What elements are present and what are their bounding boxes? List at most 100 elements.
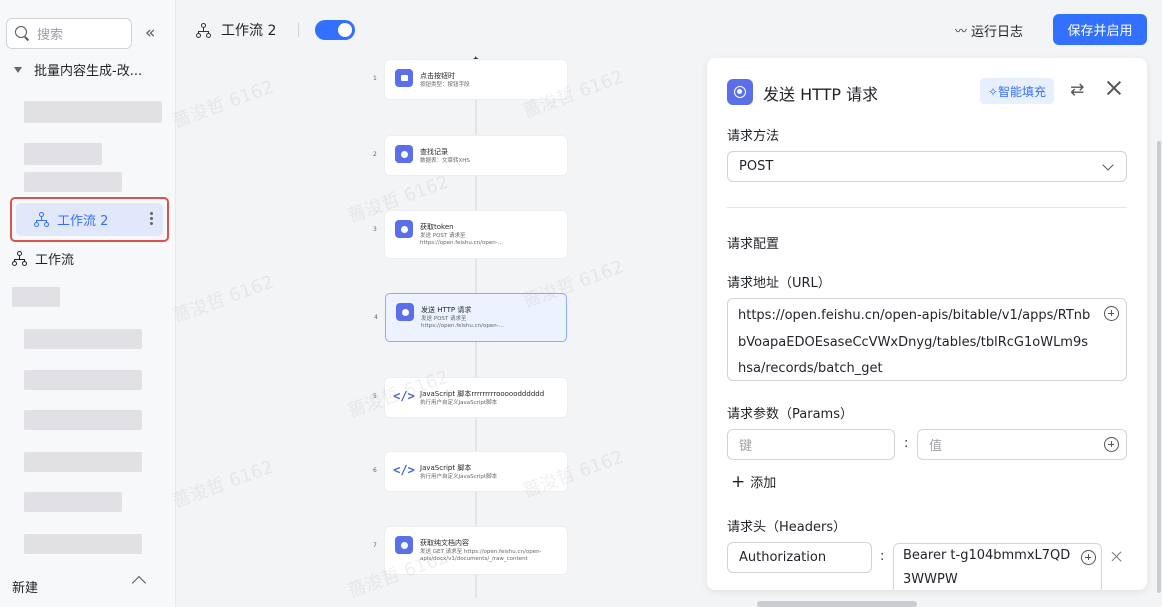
- blurred-item: [24, 492, 122, 512]
- scrollbar-horizontal[interactable]: [757, 601, 917, 607]
- node-subtitle: 执行用户自定义JavaScript脚本: [420, 474, 498, 480]
- insert-variable-icon[interactable]: [1104, 437, 1119, 452]
- node-number: 1: [373, 75, 377, 82]
- node-subtitle: 发送 GET 请求至 https://open.feishu.cn/open-: [420, 549, 542, 555]
- collapse-sidebar-icon[interactable]: «: [145, 24, 156, 42]
- sidebar: 搜索 « 批量内容生成-改... 工作流 2 工作流 新建: [0, 0, 176, 607]
- blurred-item: [24, 143, 102, 165]
- watermark: 蔷浚哲 6162: [170, 76, 277, 133]
- add-label: 添加: [750, 476, 777, 491]
- blurred-item: [24, 370, 142, 390]
- method-select[interactable]: POST: [727, 151, 1127, 182]
- scrollbar-vertical[interactable]: [1157, 141, 1161, 593]
- code-icon: </>: [393, 463, 415, 477]
- flow-node[interactable]: 5 </> JavaScript 脚本rrrrrrrrrooooodddddd …: [373, 378, 567, 417]
- code-icon: </>: [393, 389, 415, 403]
- insert-variable-icon[interactable]: [1104, 306, 1119, 321]
- search-icon: [15, 26, 30, 41]
- sidebar-item-workflow[interactable]: 工作流: [12, 249, 74, 268]
- swap-icon[interactable]: ⇄: [1070, 80, 1084, 100]
- node-subtitle: 按钮类型：按钮字段: [420, 82, 470, 88]
- button-icon: [395, 69, 413, 87]
- node-subtitle: 执行用户自定义JavaScript脚本: [420, 400, 498, 406]
- flow-node[interactable]: 7 获取纯文档内容 发送 GET 请求至 https://open.feishu…: [373, 527, 567, 574]
- insert-variable-icon[interactable]: [1081, 550, 1096, 565]
- colon: :: [880, 549, 885, 564]
- watermark: 蔷浚哲 6162: [170, 271, 277, 328]
- method-label: 请求方法: [727, 129, 780, 144]
- node-url: https://open.feishu.cn/open-...: [420, 240, 503, 246]
- page-title-text: 工作流 2: [221, 23, 277, 39]
- method-value: POST: [739, 159, 774, 174]
- flow-node[interactable]: 6 </> JavaScript 脚本 执行用户自定义JavaScript脚本: [373, 452, 567, 491]
- globe-icon: [395, 220, 413, 238]
- header-value: Bearer t-g104bmmxL7QD3WWPW: [903, 548, 1071, 587]
- enable-toggle[interactable]: [315, 20, 355, 40]
- node-number: 4: [374, 314, 378, 321]
- header-value-input[interactable]: Bearer t-g104bmmxL7QD3WWPW: [893, 543, 1102, 590]
- sidebar-item-label: 工作流: [35, 253, 75, 268]
- sidebar-item-label: 工作流 2: [57, 214, 109, 229]
- node-subtitle: 数据表：文章转XHS: [420, 158, 470, 164]
- url-input[interactable]: https://open.feishu.cn/open-apis/bitable…: [727, 298, 1127, 381]
- node-config-panel: 发送 HTTP 请求 ✧智能填充 ⇄ 请求方法 POST 请求配置 请求地址（U…: [707, 58, 1147, 590]
- caret-down-icon: [14, 66, 22, 73]
- sidebar-group[interactable]: 批量内容生成-改...: [12, 60, 142, 79]
- node-number: 2: [373, 151, 377, 158]
- trend-icon: 〰: [955, 24, 968, 38]
- divider: [298, 23, 299, 37]
- config-label: 请求配置: [727, 237, 780, 252]
- workflow-icon: [196, 22, 211, 38]
- sidebar-group-label: 批量内容生成-改...: [34, 64, 143, 79]
- new-button[interactable]: 新建: [12, 577, 38, 596]
- url-label: 请求地址（URL）: [727, 276, 831, 291]
- params-label: 请求参数（Params）: [727, 407, 853, 422]
- ai-fill-button[interactable]: ✧智能填充: [980, 78, 1054, 104]
- node-url: https://open.feishu.cn/open-...: [421, 323, 504, 329]
- blurred-item: [24, 172, 122, 192]
- node-number: 7: [373, 542, 377, 549]
- chevron-down-icon: [1102, 159, 1114, 171]
- flow-node-selected[interactable]: 4 发送 HTTP 请求 发送 POST 请求至 https://open.fe…: [374, 293, 567, 342]
- run-log-label: 运行日志: [971, 25, 1024, 40]
- close-icon[interactable]: [1106, 80, 1122, 96]
- search-placeholder: 搜索: [37, 28, 64, 43]
- node-subtitle: 发送 POST 请求至: [420, 233, 466, 239]
- more-icon[interactable]: [150, 212, 153, 227]
- header-key-input[interactable]: Authorization: [727, 542, 872, 573]
- params-key-input[interactable]: 键: [727, 429, 895, 460]
- node-subtitle: 发送 POST 请求至: [421, 316, 467, 322]
- params-value-input[interactable]: 值: [917, 429, 1127, 460]
- divider: [727, 207, 1127, 208]
- blurred-item: [24, 534, 142, 554]
- run-log-button[interactable]: 〰 运行日志: [955, 21, 1023, 40]
- node-number: 3: [373, 226, 377, 233]
- flow-node[interactable]: 1 点击按钮时 按钮类型：按钮字段: [373, 60, 567, 99]
- delete-header-icon[interactable]: [1111, 551, 1123, 563]
- node-number: 6: [373, 467, 377, 474]
- flow-node[interactable]: 2 查找记录 数据表：文章转XHS: [373, 136, 567, 175]
- flow-node[interactable]: 3 获取token 发送 POST 请求至 https://open.feish…: [373, 211, 567, 258]
- url-value: https://open.feishu.cn/open-apis/bitable…: [738, 308, 1091, 376]
- sidebar-item-workflow-2[interactable]: 工作流 2: [16, 203, 163, 236]
- blurred-item: [24, 101, 162, 123]
- node-number: 5: [373, 393, 377, 400]
- globe-icon: [396, 303, 414, 321]
- colon: :: [904, 436, 909, 451]
- add-param-button[interactable]: + 添加: [731, 472, 776, 491]
- page-title: 工作流 2: [196, 20, 276, 40]
- blurred-item: [24, 329, 142, 349]
- blurred-item: [24, 410, 142, 430]
- save-and-enable-button[interactable]: 保存并启用: [1053, 14, 1147, 45]
- watermark: 蔷浚哲 6162: [170, 456, 277, 513]
- blurred-item: [12, 287, 60, 307]
- globe-icon: [395, 536, 413, 554]
- search-input[interactable]: 搜索: [6, 18, 132, 49]
- search-icon: [395, 145, 413, 163]
- panel-title: 发送 HTTP 请求: [763, 85, 879, 104]
- workflow-icon: [12, 251, 27, 266]
- plus-icon: +: [731, 471, 746, 492]
- workflow-icon: [34, 212, 49, 227]
- blurred-item: [24, 452, 142, 472]
- chevron-up-icon[interactable]: [131, 575, 147, 591]
